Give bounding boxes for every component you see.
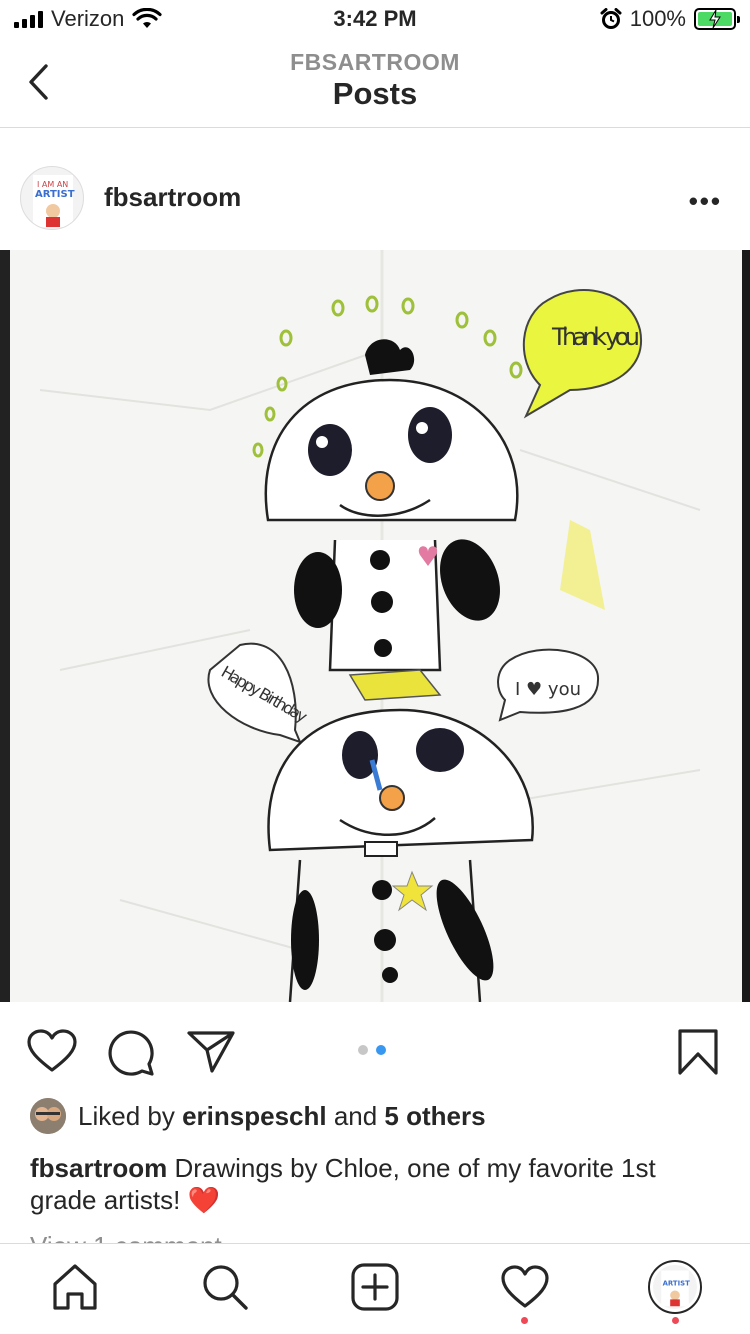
activity-heart-icon[interactable] (500, 1262, 550, 1312)
battery-icon (694, 8, 740, 30)
drawing-thank-you-text: Thank you (551, 323, 640, 351)
drawing-love-text: I ♥ you (515, 679, 581, 700)
post-header: I AM AN ARTIST fbsartroom ••• (0, 148, 750, 250)
battery-percent: 100% (629, 6, 686, 31)
home-icon[interactable] (50, 1262, 100, 1312)
new-post-icon[interactable] (350, 1262, 400, 1312)
like-heart-icon[interactable] (26, 1028, 78, 1074)
page-title: Posts (332, 76, 418, 111)
heart-emoji-icon: ❤️ (187, 1185, 220, 1215)
bottom-tab-bar: ARTIST (0, 1243, 750, 1334)
share-send-icon[interactable] (186, 1028, 236, 1074)
more-options-icon[interactable]: ••• (689, 186, 722, 217)
status-right: 100% (600, 6, 740, 32)
nav-header: FBSARTROOM Posts (0, 40, 750, 128)
post-image[interactable]: Thank you Happy Birthday I ♥ you (0, 250, 750, 1002)
likes-others[interactable]: 5 others (384, 1101, 485, 1131)
likes-middle: and (326, 1100, 385, 1131)
status-bar: Verizon 3:42 PM 100% (0, 0, 750, 40)
avatar-artwork-icon: I AM AN ARTIST (33, 175, 75, 227)
svg-text:ARTIST: ARTIST (663, 1280, 690, 1288)
likes-summary[interactable]: Liked by erinspeschl and 5 others (30, 1098, 486, 1134)
activity-notification-dot (521, 1317, 528, 1324)
profile-notification-dot (672, 1317, 679, 1324)
liker-avatar (30, 1098, 66, 1134)
svg-text:I AM AN: I AM AN (37, 180, 68, 189)
svg-text:ARTIST: ARTIST (35, 189, 75, 200)
child-drawing-image: Thank you Happy Birthday I ♥ you (0, 250, 750, 1002)
caption-username[interactable]: fbsartroom (30, 1153, 167, 1183)
save-bookmark-icon[interactable] (676, 1028, 720, 1076)
nav-subtitle: FBSARTROOM (290, 49, 460, 75)
comment-bubble-icon[interactable] (106, 1028, 156, 1076)
view-comments-link[interactable]: View 1 comment (30, 1228, 222, 1244)
alarm-icon (600, 8, 622, 29)
carousel-dot-2 (376, 1045, 386, 1055)
profile-tab-avatar[interactable]: ARTIST (648, 1260, 702, 1314)
post-actions (0, 1002, 750, 1094)
post-caption: fbsartroom Drawings by Chloe, one of my … (30, 1152, 720, 1216)
avatar[interactable]: I AM AN ARTIST (20, 166, 84, 230)
carousel-indicator (358, 1045, 386, 1055)
search-icon[interactable] (200, 1262, 250, 1312)
liked-by-user[interactable]: erinspeschl (182, 1101, 327, 1131)
likes-text: Liked by erinspeschl and 5 others (78, 1101, 486, 1132)
post-username[interactable]: fbsartroom (104, 182, 241, 213)
carousel-dot-1 (358, 1045, 368, 1055)
profile-avatar-icon: ARTIST (653, 1265, 697, 1309)
likes-prefix: Liked by (78, 1100, 183, 1131)
